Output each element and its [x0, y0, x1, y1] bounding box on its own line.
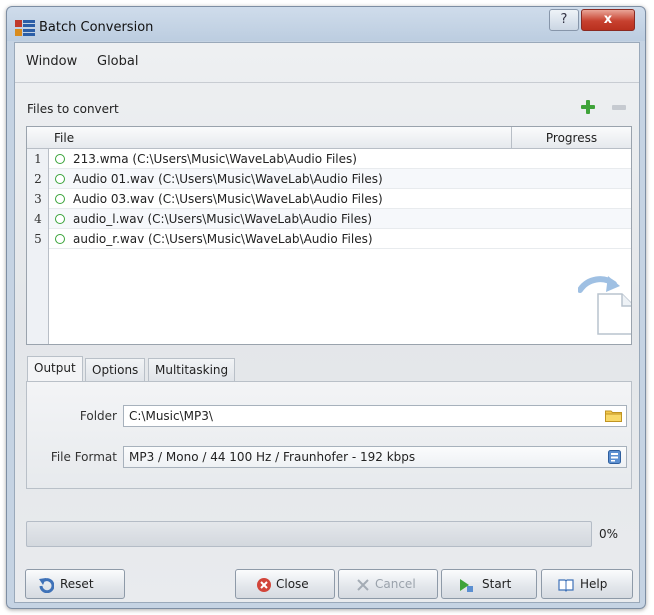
output-panel: Folder C:\Music\MP3\ File Format MP3 / M…	[26, 381, 632, 489]
start-label: Start	[482, 577, 512, 591]
table-row[interactable]: 1 213.wma (C:\Users\Music\WaveLab\Audio …	[34, 149, 631, 169]
file-format-field[interactable]: MP3 / Mono / 44 100 Hz / Fraunhofer - 19…	[123, 446, 627, 468]
undo-icon	[39, 578, 54, 593]
file-format-label: File Format	[50, 450, 117, 464]
tab-options[interactable]: Options	[85, 358, 146, 382]
progress-percent: 0%	[599, 527, 619, 541]
tab-output[interactable]: Output	[27, 356, 83, 383]
folder-value: C:\Music\MP3\	[129, 409, 213, 423]
cancel-label: Cancel	[375, 577, 416, 591]
status-ready-icon	[55, 234, 65, 244]
close-label: Close	[276, 577, 309, 591]
start-button[interactable]: Start	[441, 569, 537, 599]
file-name: 213.wma (C:\Users\Music\WaveLab\Audio Fi…	[73, 152, 357, 166]
table-header: File Progress	[27, 127, 631, 149]
column-header-file[interactable]: File	[54, 131, 74, 145]
minus-icon[interactable]	[612, 105, 626, 110]
row-number: 5	[34, 232, 42, 246]
row-number: 3	[34, 192, 42, 206]
format-settings-icon[interactable]	[608, 450, 621, 464]
title-bar: Batch Conversion ? x	[7, 7, 645, 47]
dialog-body: Window Global Files to convert File Prog…	[14, 42, 640, 603]
reset-label: Reset	[60, 577, 94, 591]
table-row[interactable]: 2 Audio 01.wav (C:\Users\Music\WaveLab\A…	[34, 169, 631, 189]
row-number: 1	[34, 152, 42, 166]
tab-multitasking[interactable]: Multitasking	[148, 358, 236, 382]
close-button[interactable]: Close	[235, 569, 335, 599]
file-arrow-icon	[578, 276, 631, 335]
status-ready-icon	[55, 214, 65, 224]
table-row[interactable]: 4 audio_l.wav (C:\Users\Music\WaveLab\Au…	[34, 209, 631, 229]
status-ready-icon	[55, 154, 65, 164]
help-button[interactable]: Help	[541, 569, 633, 599]
title-help-button[interactable]: ?	[549, 9, 579, 31]
file-name: Audio 01.wav (C:\Users\Music\WaveLab\Aud…	[73, 172, 383, 186]
conversion-progress-bar	[26, 521, 592, 547]
menu-bar: Window Global	[15, 43, 639, 83]
status-ready-icon	[55, 194, 65, 204]
batch-conversion-window: Batch Conversion ? x Window Global Files…	[6, 6, 646, 609]
plus-icon[interactable]	[580, 99, 596, 115]
row-number-header	[27, 127, 49, 149]
menu-window[interactable]: Window	[26, 54, 77, 69]
reset-button[interactable]: Reset	[25, 569, 125, 599]
help-label: Help	[580, 577, 608, 591]
file-name: audio_r.wav (C:\Users\Music\WaveLab\Audi…	[73, 232, 373, 246]
folder-field[interactable]: C:\Music\MP3\	[123, 405, 627, 427]
file-name: Audio 03.wav (C:\Users\Music\WaveLab\Aud…	[73, 192, 383, 206]
file-name: audio_l.wav (C:\Users\Music\WaveLab\Audi…	[73, 212, 373, 226]
column-header-progress[interactable]: Progress	[512, 131, 631, 145]
file-table: File Progress 1 213.wma (C:\Users\Music\…	[26, 126, 632, 345]
file-format-value: MP3 / Mono / 44 100 Hz / Fraunhofer - 19…	[129, 450, 416, 464]
book-icon	[558, 579, 574, 592]
close-circle-icon	[257, 578, 271, 592]
folder-label: Folder	[79, 409, 117, 423]
table-row[interactable]: 3 Audio 03.wav (C:\Users\Music\WaveLab\A…	[34, 189, 631, 209]
status-ready-icon	[55, 174, 65, 184]
batch-conversion-icon	[15, 20, 35, 36]
table-row[interactable]: 5 audio_r.wav (C:\Users\Music\WaveLab\Au…	[34, 229, 631, 249]
row-number: 2	[34, 172, 42, 186]
cancel-button[interactable]: Cancel	[338, 569, 438, 599]
menu-global[interactable]: Global	[97, 54, 138, 69]
play-icon	[460, 579, 473, 592]
window-title: Batch Conversion	[39, 20, 154, 35]
files-to-convert-label: Files to convert	[27, 102, 119, 116]
x-icon	[357, 579, 369, 591]
row-number: 4	[34, 212, 42, 226]
title-close-button[interactable]: x	[581, 9, 635, 31]
folder-icon[interactable]	[605, 409, 622, 422]
